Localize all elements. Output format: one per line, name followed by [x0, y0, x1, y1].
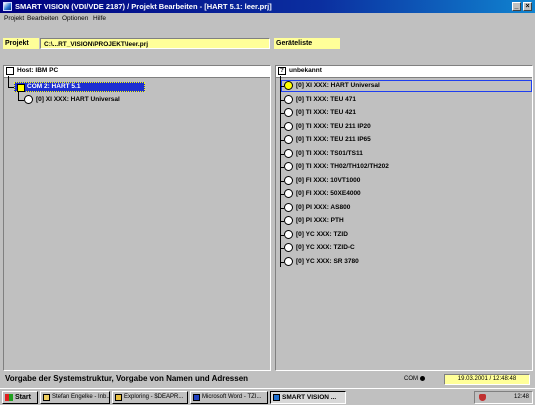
project-label: Projekt — [3, 38, 39, 49]
close-button[interactable]: × — [523, 2, 532, 11]
tree-connector — [18, 92, 19, 100]
start-label: Start — [15, 394, 31, 401]
com-indicator-label: COM — [404, 376, 418, 382]
taskbar-item-word[interactable]: Microsoft Word - TZI... — [190, 391, 268, 404]
device-circle-icon — [284, 135, 293, 144]
com-status-icon — [420, 375, 425, 381]
menu-projekt[interactable]: Projekt — [4, 13, 24, 24]
com-port-label: COM 2: HART 5.1 — [27, 83, 81, 90]
system-tray: 12:48 — [474, 391, 533, 404]
menu-hilfe[interactable]: Hilfe — [93, 13, 106, 24]
device-panel-header: ? unbekannt — [276, 66, 532, 78]
device-label: [0] PI XXX: PTH — [296, 217, 344, 224]
clock: 12:48 — [513, 394, 529, 400]
device-label: [0] FI XXX: 50XE4000 — [296, 190, 361, 197]
mail-icon — [43, 394, 50, 401]
unknown-category-label: unbekannt — [289, 67, 322, 74]
taskbar-item-label: Stefan Engelke - Inb... — [52, 394, 110, 400]
taskbar-item-smart-vision[interactable]: SMART VISION ... — [270, 391, 346, 404]
device-circle-icon — [284, 81, 293, 90]
device-label: [0] TI XXX: TH02/TH102/TH202 — [296, 163, 389, 170]
device-label: [0] TI XXX: TEU 421 — [296, 109, 356, 116]
antivirus-icon[interactable] — [479, 394, 486, 401]
com-indicator: COM — [404, 374, 425, 384]
device-circle-icon — [24, 95, 33, 104]
device-circle-icon — [284, 257, 293, 266]
device-label: [0] PI XXX: AS800 — [296, 204, 351, 211]
device-circle-icon — [284, 149, 293, 158]
taskbar: Start Stefan Engelke - Inb... Exploring … — [0, 388, 535, 405]
device-label: [0] TI XXX: TS01/TS11 — [296, 150, 363, 157]
taskbar-item-mail[interactable]: Stefan Engelke - Inb... — [40, 391, 110, 404]
device-label: [0] FI XXX: 10VT1000 — [296, 177, 361, 184]
question-icon: ? — [278, 67, 286, 75]
app-icon[interactable] — [3, 2, 12, 11]
app-icon — [273, 394, 280, 401]
device-circle-icon — [284, 95, 293, 104]
device-label: [0] TI XXX: TEU 211 IP65 — [296, 136, 371, 143]
device-circle-icon — [284, 176, 293, 185]
host-label: Host: IBM PC — [17, 67, 59, 74]
device-label: [0] YC XXX: TZID-C — [296, 244, 355, 251]
device-node-label: [0] XI XXX: HART Universal — [36, 96, 120, 103]
device-circle-icon — [284, 162, 293, 171]
host-tree-panel[interactable]: Host: IBM PC — [3, 65, 271, 371]
device-circle-icon — [284, 203, 293, 212]
device-label: [0] YC XXX: TZID — [296, 231, 348, 238]
datetime-field: 19.03.2001 / 12:48:48 — [444, 374, 530, 385]
com-port-icon — [17, 84, 25, 92]
status-bar: Vorgabe der Systemstruktur, Vorgabe von … — [0, 371, 535, 387]
start-button[interactable]: Start — [2, 391, 38, 404]
device-circle-icon — [284, 189, 293, 198]
menu-bearbeiten[interactable]: Bearbeiten — [27, 13, 58, 24]
device-circle-icon — [284, 216, 293, 225]
device-label: [0] TI XXX: TEU 211 IP20 — [296, 123, 371, 130]
taskbar-item-label: SMART VISION ... — [282, 394, 337, 401]
word-icon — [193, 394, 200, 401]
com-port-node[interactable]: COM 2: HART 5.1 — [14, 82, 145, 92]
project-path-field[interactable]: C:\...RT_VISION\PROJEKT\leer.prj — [40, 38, 270, 49]
taskbar-item-label: Exploring - $DEAPR... — [124, 394, 184, 400]
title-bar[interactable]: SMART VISION (VDI/VDE 2187) / Projekt Be… — [0, 0, 535, 13]
window-title: SMART VISION (VDI/VDE 2187) / Projekt Be… — [15, 2, 272, 11]
tree-connector — [8, 76, 9, 87]
device-label: [0] YC XXX: SR 3780 — [296, 258, 359, 265]
tree-connector — [280, 76, 281, 267]
device-list-label: Geräteliste — [274, 38, 340, 49]
menu-bar: Projekt Bearbeiten Optionen Hilfe — [0, 13, 535, 24]
taskbar-item-label: Microsoft Word - TZI... — [202, 394, 262, 400]
device-circle-icon — [284, 243, 293, 252]
device-label: [0] XI XXX: HART Universal — [296, 82, 380, 89]
host-panel-header: Host: IBM PC — [4, 66, 270, 78]
status-text: Vorgabe der Systemstruktur, Vorgabe von … — [5, 374, 249, 383]
computer-icon — [6, 67, 14, 75]
taskbar-item-explorer[interactable]: Exploring - $DEAPR... — [112, 391, 188, 404]
device-label: [0] TI XXX: TEU 471 — [296, 96, 356, 103]
device-circle-icon — [284, 122, 293, 131]
device-circle-icon — [284, 230, 293, 239]
menu-optionen[interactable]: Optionen — [62, 13, 88, 24]
device-circle-icon — [284, 108, 293, 117]
minimize-button[interactable]: _ — [512, 2, 521, 11]
folder-icon — [115, 394, 122, 401]
windows-flag-icon — [5, 394, 13, 401]
